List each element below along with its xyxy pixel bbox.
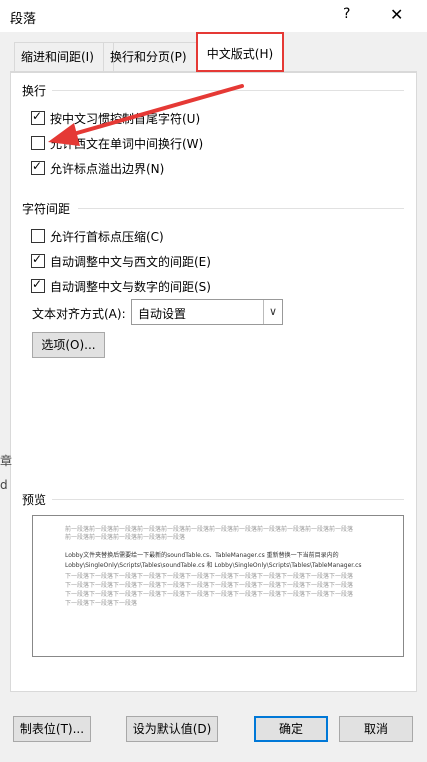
- text-align-select[interactable]: 自动设置 ∨: [131, 299, 283, 325]
- cancel-button[interactable]: 取消: [339, 716, 413, 742]
- tab-indent-spacing[interactable]: 缩进和间距(I): [14, 42, 114, 71]
- auto-space-western-checkbox[interactable]: [31, 252, 45, 268]
- preview-next-line: 下一段落下一段落下一段落下一段落下一段落下一段落下一段落下一段落下一段落下一段落…: [65, 573, 354, 580]
- tab-asian-typography[interactable]: 中文版式(H): [196, 32, 284, 72]
- char-spacing-heading: 字符间距: [22, 202, 71, 216]
- preview-box: 前一段落前一段落前一段落前一段落前一段落前一段落前一段落前一段落前一段落前一段落…: [32, 515, 404, 657]
- line-break-heading: 换行: [22, 84, 47, 98]
- section-divider: [52, 499, 404, 500]
- preview-sample-line: Lobby文件夹替换后需要给一下最新的soundTable.cs、TableMa…: [65, 552, 339, 559]
- chevron-down-icon[interactable]: ∨: [263, 300, 282, 324]
- hanging-punct-checkbox[interactable]: [31, 159, 45, 175]
- auto-space-number-checkbox[interactable]: [31, 277, 45, 293]
- set-default-button[interactable]: 设为默认值(D): [126, 716, 218, 742]
- compress-punct-checkbox[interactable]: [31, 229, 45, 243]
- preview-next-line: 下一段落下一段落下一段落下一段落下一段落下一段落下一段落下一段落下一段落下一段落…: [65, 591, 354, 598]
- hanging-punct-label: 允许标点溢出边界(N): [50, 162, 165, 176]
- dialog-title: 段落: [10, 12, 37, 27]
- tab-stops-button[interactable]: 制表位(T)...: [13, 716, 91, 742]
- preview-prev-line: 前一段落前一段落前一段落前一段落前一段落: [65, 534, 186, 541]
- preview-heading: 预览: [22, 493, 47, 507]
- preview-next-line: 下一段落下一段落下一段落: [65, 600, 138, 607]
- background-fragment: d: [0, 478, 8, 492]
- text-align-label: 文本对齐方式(A):: [32, 307, 126, 321]
- auto-space-western-label: 自动调整中文与西文的间距(E): [50, 255, 211, 269]
- preview-sample-line: Lobby\SingleOnly\Scripts\Tables\soundTab…: [65, 562, 362, 569]
- options-button[interactable]: 选项(O)...: [32, 332, 105, 358]
- auto-space-number-label: 自动调整中文与数字的间距(S): [50, 280, 211, 294]
- compress-punct-label: 允许行首标点压缩(C): [50, 230, 164, 244]
- text-align-value: 自动设置: [138, 307, 187, 321]
- kinsoku-label: 按中文习惯控制首尾字符(U): [50, 112, 201, 126]
- word-wrap-checkbox[interactable]: [31, 136, 45, 150]
- title-bar: 段落 ? ✕: [0, 0, 427, 32]
- ok-button[interactable]: 确定: [254, 716, 328, 742]
- tab-line-page-breaks[interactable]: 换行和分页(P): [103, 42, 203, 71]
- kinsoku-checkbox[interactable]: [31, 109, 45, 125]
- close-icon[interactable]: ✕: [390, 5, 403, 24]
- background-fragment: 章: [0, 454, 13, 468]
- preview-next-line: 下一段落下一段落下一段落下一段落下一段落下一段落下一段落下一段落下一段落下一段落…: [65, 582, 354, 589]
- help-icon[interactable]: ?: [343, 6, 350, 22]
- section-divider: [78, 208, 404, 209]
- section-divider: [52, 90, 404, 91]
- word-wrap-label: 允许西文在单词中间换行(W): [50, 137, 204, 151]
